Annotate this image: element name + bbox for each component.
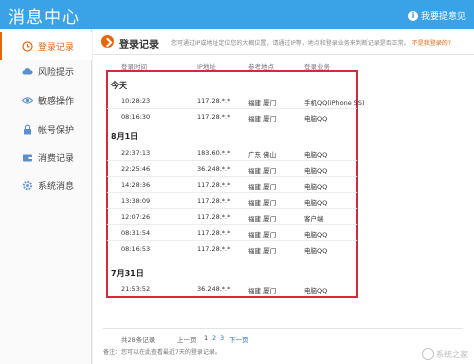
login-time: 22:37:13 [121,149,151,157]
section-description: 您可通过IP或地址定位您的大概位置，请通过IP等，地点和登录业务来判断记录是否正… [171,38,451,47]
login-business: 电脑QQ [304,183,328,191]
footer-note: 备注：您可以在此查看最近7天的登录记录。 [103,349,221,356]
ip-address: 36.248.*.* [197,165,231,173]
login-business: 电脑QQ [304,247,328,255]
cloud-alert-icon [22,66,33,77]
ip-address: 117.28.*.* [197,197,231,205]
login-time: 08:31:54 [121,229,151,237]
sidebar-item-label: 帐号保护 [38,125,75,136]
date-group-label: 8月1日 [111,132,139,141]
table-row: 14:28:36 117.28.*.* 福建 厦门 电脑QQ [107,177,357,192]
app-title: 消息中心 [8,8,80,28]
section-title: 登录记录 [119,40,159,51]
page-2-link[interactable]: 2 [212,334,216,342]
login-business: 手机QQ(iPhone 5S) [304,99,365,107]
sidebar-item-label: 系统消息 [38,181,75,192]
clock-icon [22,40,33,52]
prev-page-button[interactable]: 上一页 [177,334,197,344]
date-group-label: 今天 [111,81,127,90]
location: 福建 厦门 [248,115,277,123]
help-link[interactable]: 不是我登录的? [412,40,451,47]
sidebar: 登录记录 风险提示 敏感操作 帐号保护 消费记录 系统消息 [0,29,92,364]
sidebar-item-label: 敏感操作 [38,96,75,107]
table-row: 08:16:30 117.28.*.* 福建 厦门 电脑QQ [107,109,357,124]
sidebar-item-label: 消费记录 [38,153,75,164]
location: 广东 佛山 [248,151,277,159]
login-time: 08:16:30 [121,113,151,121]
page-3-link[interactable]: 3 [220,334,224,342]
title-bar: 消息中心 i 我要提意见 [0,0,474,29]
table-row: 10:28:23 117.28.*.* 福建 厦门 手机QQ(iPhone 5S… [107,93,365,108]
watermark-logo-icon [422,348,434,360]
sidebar-item-label: 风险提示 [38,67,75,78]
sidebar-item-sensitive-ops[interactable]: 敏感操作 [0,86,92,114]
eye-icon [21,95,34,106]
location: 福建 厦门 [248,99,277,107]
ip-address: 117.28.*.* [197,213,231,221]
location: 福建 厦门 [248,287,277,295]
date-group-label: 7月31日 [111,269,144,278]
login-time: 13:38:09 [121,197,151,205]
table-row: 08:31:54 117.28.*.* 福建 厦门 电脑QQ [107,225,357,240]
watermark: 系统之家 [422,348,468,360]
login-time: 21:53:52 [121,285,151,293]
sidebar-item-spending-records[interactable]: 消费记录 [0,143,92,171]
login-business: 电脑QQ [304,287,328,295]
main-panel: 登录记录 您可通过IP或地址定位您的大概位置，请通过IP等，地点和登录业务来判断… [93,29,474,364]
wallet-icon [22,152,33,163]
table-row: 12:07:26 117.28.*.* 福建 厦门 客户端 [107,209,357,224]
login-business: 电脑QQ [304,115,328,123]
feedback-link[interactable]: i 我要提意见 [407,9,466,22]
next-page-button[interactable]: 下一页 [229,334,249,344]
ip-address: 183.60.*.* [197,149,231,157]
table-row: 21:53:52 36.248.*.* 福建 厦门 电脑QQ [107,281,357,296]
sidebar-item-account-protection[interactable]: 帐号保护 [0,115,92,143]
table-row: 22:37:13 183.60.*.* 广东 佛山 电脑QQ [107,145,357,160]
gear-icon [22,180,33,191]
login-business: 电脑QQ [304,199,328,207]
info-icon: i [407,10,418,21]
login-time: 08:16:53 [121,245,151,253]
chevron-icon [101,35,114,48]
location: 福建 厦门 [248,231,277,239]
location: 福建 厦门 [248,199,277,207]
login-business: 客户端 [304,215,324,223]
pagination: 共28条记录 上一页 1 2 3 下一页 [103,328,463,344]
watermark-text: 系统之家 [436,349,468,359]
page-1-link[interactable]: 1 [204,334,208,342]
ip-address: 117.28.*.* [197,181,231,189]
lock-icon [22,124,33,135]
location: 福建 厦门 [248,215,277,223]
ip-address: 36.248.*.* [197,285,231,293]
sidebar-item-login-records[interactable]: 登录记录 [0,32,92,60]
location: 福建 厦门 [248,167,277,175]
ip-address: 117.28.*.* [197,97,231,105]
feedback-label: 我要提意见 [420,12,466,22]
sidebar-item-label: 登录记录 [38,42,75,53]
login-business: 电脑QQ [304,151,328,159]
ip-address: 117.28.*.* [197,113,231,121]
login-time: 22:25:46 [121,165,151,173]
login-business: 电脑QQ [304,231,328,239]
ip-address: 117.28.*.* [197,229,231,237]
table-row: 13:38:09 117.28.*.* 福建 厦门 电脑QQ [107,193,357,208]
ip-address: 117.28.*.* [197,245,231,253]
total-records: 共28条记录 [121,336,156,344]
login-business: 电脑QQ [304,167,328,175]
table-row: 08:16:53 117.28.*.* 福建 厦门 电脑QQ [107,241,357,256]
section-header: 登录记录 您可通过IP或地址定位您的大概位置，请通过IP等，地点和登录业务来判断… [93,29,474,55]
login-time: 10:28:23 [121,97,151,105]
sidebar-item-system-messages[interactable]: 系统消息 [0,171,92,199]
location: 福建 厦门 [248,183,277,191]
login-time: 14:28:36 [121,181,151,189]
login-time: 12:07:26 [121,213,151,221]
location: 福建 厦门 [248,247,277,255]
table-row: 22:25:46 36.248.*.* 福建 厦门 电脑QQ [107,161,357,176]
section-description-text: 您可通过IP或地址定位您的大概位置，请通过IP等，地点和登录业务来判断记录是否正… [171,40,410,47]
sidebar-item-risk-alerts[interactable]: 风险提示 [0,57,92,85]
